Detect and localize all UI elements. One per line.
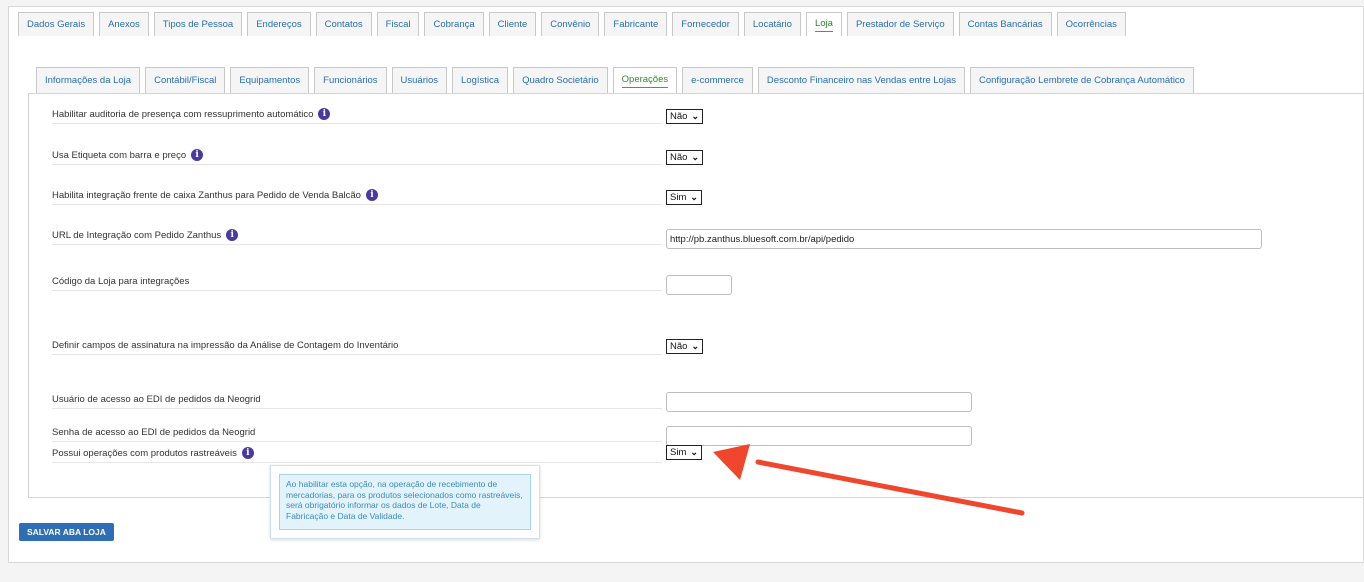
senha-edi-row: Senha de acesso ao EDI de pedidos da Neo…	[52, 427, 662, 442]
tab-dados-gerais[interactable]: Dados Gerais	[18, 12, 95, 36]
info-icon[interactable]: i	[365, 189, 378, 201]
chevron-down-icon: ⌄	[691, 152, 699, 162]
auditoria-select[interactable]: Não ⌄	[666, 109, 703, 124]
usuario-edi-label: Usuário de acesso ao EDI de pedidos da N…	[52, 394, 261, 405]
tab-cobranca[interactable]: Cobrança	[424, 12, 484, 36]
rastreaveis-label: Possui operações com produtos rastreávei…	[52, 447, 237, 459]
zanthus-row: Habilita integração frente de caixa Zant…	[52, 189, 662, 205]
subtab-quadro-societario[interactable]: Quadro Societário	[513, 67, 608, 93]
etiqueta-label: Usa Etiqueta com barra e preço	[52, 149, 187, 161]
save-button[interactable]: SALVAR ABA LOJA	[19, 523, 114, 541]
tab-contas-bancarias[interactable]: Contas Bancárias	[958, 12, 1052, 36]
subtab-operacoes[interactable]: Operações	[612, 67, 678, 93]
info-icon[interactable]: i	[191, 149, 204, 161]
tab-cliente[interactable]: Cliente	[488, 12, 537, 36]
subtab-logistica[interactable]: Logística	[452, 67, 509, 93]
assinatura-select[interactable]: Não ⌄	[666, 339, 703, 354]
codigo-loja-label: Código da Loja para integrações	[52, 276, 190, 287]
sub-tab-bar: Informações da Loja Contábil/Fiscal Equi…	[36, 67, 1199, 93]
senha-edi-label: Senha de acesso ao EDI de pedidos da Neo…	[52, 427, 256, 438]
usuario-edi-row: Usuário de acesso ao EDI de pedidos da N…	[52, 394, 662, 409]
etiqueta-select[interactable]: Não ⌄	[666, 150, 703, 165]
usuario-edi-input[interactable]	[666, 392, 972, 412]
tab-anexos[interactable]: Anexos	[99, 12, 149, 36]
rastreaveis-tooltip: Ao habilitar esta opção, na operação de …	[270, 465, 540, 539]
tab-prestador-de-servico[interactable]: Prestador de Serviço	[846, 12, 954, 36]
subtab-equipamentos[interactable]: Equipamentos	[230, 67, 310, 93]
url-zanthus-label: URL de Integração com Pedido Zanthus	[52, 229, 222, 241]
subtab-funcionarios[interactable]: Funcionários	[314, 67, 387, 93]
codigo-loja-input[interactable]	[666, 275, 732, 295]
url-zanthus-row: URL de Integração com Pedido Zanthus i	[52, 229, 662, 245]
subtab-usuarios[interactable]: Usuários	[391, 67, 448, 93]
tab-tipos-de-pessoa[interactable]: Tipos de Pessoa	[153, 12, 243, 36]
etiqueta-row: Usa Etiqueta com barra e preço i	[52, 149, 662, 165]
subtab-e-commerce[interactable]: e-commerce	[682, 67, 753, 93]
subtab-contabil-fiscal[interactable]: Contábil/Fiscal	[145, 67, 226, 93]
subtab-informacoes-da-loja[interactable]: Informações da Loja	[36, 67, 141, 93]
tab-convenio[interactable]: Convênio	[541, 12, 600, 36]
codigo-loja-row: Código da Loja para integrações	[52, 276, 662, 291]
tab-fiscal[interactable]: Fiscal	[376, 12, 420, 36]
auditoria-label: Habilitar auditoria de presença com ress…	[52, 108, 314, 120]
assinatura-row: Definir campos de assinatura na impressã…	[52, 340, 662, 355]
tab-loja[interactable]: Loja	[805, 12, 842, 36]
assinatura-label: Definir campos de assinatura na impressã…	[52, 340, 399, 351]
subtab-lembrete-cobranca[interactable]: Configuração Lembrete de Cobrança Automá…	[970, 67, 1194, 93]
tab-enderecos[interactable]: Endereços	[247, 12, 311, 36]
rastreaveis-select[interactable]: Sim ⌄	[666, 445, 702, 460]
url-zanthus-input[interactable]	[666, 229, 1262, 249]
senha-edi-input[interactable]	[666, 426, 972, 446]
auditoria-row: Habilitar auditoria de presença com ress…	[52, 108, 662, 124]
info-icon[interactable]: i	[226, 229, 239, 241]
tab-locatario[interactable]: Locatário	[743, 12, 801, 36]
info-icon[interactable]: i	[241, 447, 254, 459]
chevron-down-icon: ⌄	[691, 341, 699, 351]
rastreaveis-row: Possui operações com produtos rastreávei…	[52, 447, 662, 463]
tab-fabricante[interactable]: Fabricante	[604, 12, 668, 36]
subtab-desconto-financeiro[interactable]: Desconto Financeiro nas Vendas entre Loj…	[757, 67, 965, 93]
chevron-down-icon: ⌄	[690, 447, 698, 457]
tab-fornecedor[interactable]: Fornecedor	[672, 12, 739, 36]
tab-contatos[interactable]: Contatos	[315, 12, 372, 36]
chevron-down-icon: ⌄	[691, 111, 699, 121]
chevron-down-icon: ⌄	[690, 192, 698, 202]
main-tab-bar: Dados Gerais Anexos Tipos de Pessoa Ende…	[18, 12, 1131, 36]
tooltip-text: Ao habilitar esta opção, na operação de …	[279, 474, 531, 530]
tab-ocorrencias[interactable]: Ocorrências	[1056, 12, 1126, 36]
zanthus-select[interactable]: Sim ⌄	[666, 190, 702, 205]
zanthus-label: Habilita integração frente de caixa Zant…	[52, 189, 361, 201]
info-icon[interactable]: i	[318, 108, 331, 120]
